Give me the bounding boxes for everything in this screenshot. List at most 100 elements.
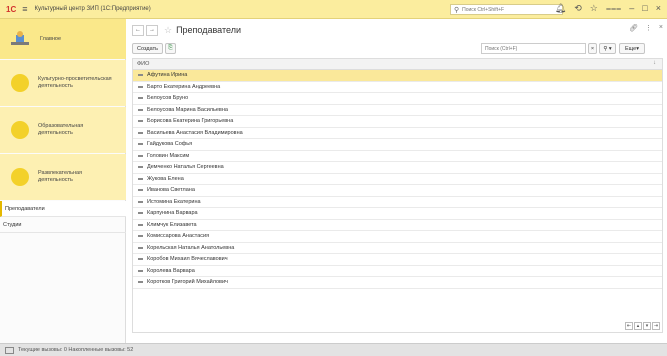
main-content: ← → ☆ Преподаватели 🔗︎ ⋮ × Создать ⎘ × ⚲… [127, 19, 667, 343]
table-row[interactable]: Климчук Елизавета [133, 220, 662, 231]
row-fio: Коробов Михаил Вячеславович [147, 256, 228, 263]
row-fio: Истомина Екатерина [147, 198, 201, 205]
table-row[interactable]: Белоусова Марина Васильевна [133, 105, 662, 116]
row-marker-icon [138, 212, 143, 215]
forward-button[interactable]: → [146, 24, 158, 36]
title-bar: 1С ≡ Культурный центр ЗИП (1С:Предприяти… [0, 0, 667, 19]
back-button[interactable]: ← [132, 24, 144, 36]
titlebar-actions: 🔔︎ ⟲ ☆ ⩶ – □ × [555, 3, 661, 14]
table-row[interactable]: Иванова Светлана [133, 185, 662, 197]
row-fio: Демченко Наталья Сергеевна [147, 164, 224, 171]
row-fio: Васильева Анастасия Владимировна [147, 129, 243, 136]
row-fio: Барто Екатерина Андреевна [147, 83, 221, 90]
row-marker-icon [138, 200, 143, 203]
close-form-icon[interactable]: × [659, 24, 663, 32]
row-marker-icon [138, 281, 143, 284]
teachers-table: ФИО ↓ Афутина Ирина Барто Екатерина Андре… [132, 58, 663, 333]
table-row[interactable]: Афутина Ирина [133, 70, 662, 82]
row-fio: Гайдукова Софья [147, 141, 193, 148]
history-icon[interactable]: ⟲ [574, 3, 582, 14]
row-marker-icon [138, 120, 143, 123]
row-marker-icon [138, 235, 143, 238]
row-fio: Белоусов Бруно [147, 95, 189, 102]
page-last-icon[interactable]: ⇥ [652, 322, 660, 330]
table-row[interactable]: Головин Максим [133, 151, 662, 162]
sort-icon[interactable]: ↓ [653, 60, 656, 66]
table-row[interactable]: Королева Варвара [133, 266, 662, 277]
find-input[interactable] [481, 43, 586, 54]
sidebar-section-entertainment[interactable]: Развлекательная деятельность [0, 154, 126, 200]
page-title: Преподаватели [176, 25, 241, 35]
row-marker-icon [138, 246, 143, 249]
chevron-down-icon: ▾ [636, 45, 639, 52]
row-fio: Королева Варвара [147, 267, 195, 274]
table-row[interactable]: Карпунина Варвара [133, 208, 662, 220]
sidebar-item-teachers[interactable]: Преподаватели [0, 201, 126, 217]
more-vertical-icon[interactable]: ⋮ [645, 24, 652, 32]
row-marker-icon [138, 154, 143, 157]
row-fio: Корельская Наталья Анатольевна [147, 244, 235, 251]
table-row[interactable]: Демченко Наталья Сергеевна [133, 162, 662, 174]
page-up-icon[interactable]: ▴ [634, 322, 642, 330]
settings-menu-icon[interactable]: ⩶ [606, 3, 621, 14]
sidebar-section-label: Культурно-просветительская деятельность [38, 76, 112, 89]
sidebar-section-cultural[interactable]: Культурно-просветительская деятельность [0, 60, 126, 106]
app-logo: 1С [6, 4, 17, 14]
table-row[interactable]: Белоусов Бруно [133, 93, 662, 105]
row-marker-icon [138, 269, 143, 272]
row-marker-icon [138, 131, 143, 134]
sidebar-item-studios[interactable]: Студии [0, 217, 126, 233]
more-button[interactable]: Еще ▾ [619, 43, 645, 54]
more-label: Еще [625, 45, 637, 52]
table-row[interactable]: Истомина Екатерина [133, 197, 662, 208]
row-marker-icon [138, 166, 143, 169]
create-button[interactable]: Создать [132, 43, 163, 54]
page-header: ← → ☆ Преподаватели [132, 24, 241, 36]
table-row[interactable]: Коробов Михаил Вячеславович [133, 254, 662, 266]
clear-find-button[interactable]: × [588, 43, 597, 54]
table-row[interactable]: Коротков Григорий Михайлович [133, 277, 662, 289]
sidebar-section-main[interactable]: Главное [0, 19, 126, 59]
copy-icon: ⎘ [168, 45, 173, 51]
table-row[interactable]: Гайдукова Софья [133, 139, 662, 151]
table-row[interactable]: Комиссарова Анастасия [133, 231, 662, 243]
close-icon[interactable]: × [656, 3, 661, 14]
hamburger-menu-icon[interactable]: ≡ [22, 4, 27, 14]
table-row[interactable]: Корельская Наталья Анатольевна [133, 243, 662, 254]
sidebar-section-label: Образовательная деятельность [38, 123, 84, 136]
minimize-icon[interactable]: – [629, 3, 634, 14]
row-fio: Иванова Светлана [147, 187, 195, 194]
app-title: Культурный центр ЗИП (1С:Предприятие) [34, 6, 151, 12]
global-search[interactable]: ⚲ [450, 4, 563, 15]
table-header[interactable]: ФИО ↓ [133, 59, 662, 70]
table-row[interactable]: Борисова Екатерина Григорьевна [133, 116, 662, 128]
page-down-icon[interactable]: ▾ [643, 322, 651, 330]
row-fio: Афутина Ирина [147, 72, 188, 79]
table-row[interactable]: Барто Екатерина Андреевна [133, 82, 662, 93]
row-marker-icon [138, 97, 143, 100]
copy-button[interactable]: ⎘ [165, 43, 176, 54]
row-fio: Комиссарова Анастасия [147, 233, 210, 240]
table-row[interactable]: Жукова Елена [133, 174, 662, 185]
bell-icon[interactable]: 🔔︎ [555, 3, 566, 14]
star-icon[interactable]: ☆ [590, 3, 598, 14]
status-bar: Текущие вызовы: 0 Накопленные вызовы: 52 [0, 343, 667, 356]
calls-monitor-icon[interactable] [5, 346, 14, 354]
row-fio: Борисова Екатерина Григорьевна [147, 118, 234, 125]
sidebar-section-education[interactable]: Образовательная деятельность [0, 107, 126, 153]
row-marker-icon [138, 85, 143, 88]
section-circle-icon [11, 121, 29, 139]
page-first-icon[interactable]: ⇤ [625, 322, 633, 330]
row-marker-icon [138, 223, 143, 226]
table-row[interactable]: Васильева Анастасия Владимировна [133, 128, 662, 139]
favorite-star-icon[interactable]: ☆ [164, 25, 172, 36]
link-icon[interactable]: 🔗︎ [629, 24, 638, 32]
row-fio: Жукова Елена [147, 175, 184, 182]
restore-icon[interactable]: □ [642, 3, 647, 14]
global-search-input[interactable] [459, 6, 562, 13]
row-fio: Климчук Елизавета [147, 221, 197, 228]
search-icon: ⚲ ▾ [603, 45, 612, 52]
sidebar-section-label: Главное [40, 35, 62, 42]
search-button[interactable]: ⚲ ▾ [599, 43, 616, 54]
row-marker-icon [138, 74, 143, 77]
